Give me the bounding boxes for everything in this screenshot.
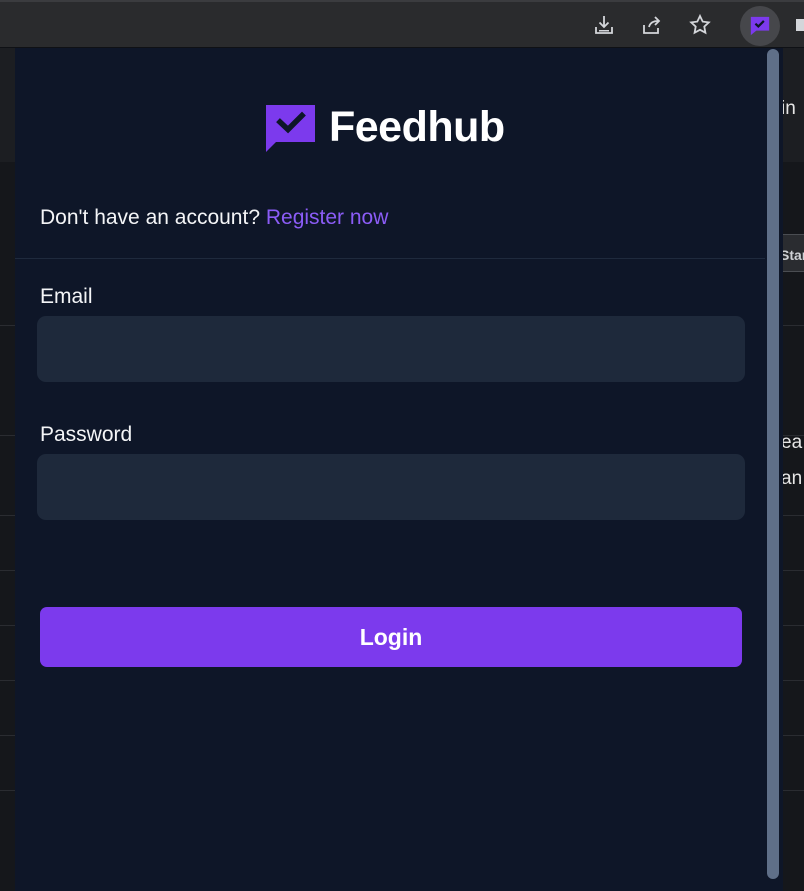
- puzzle-icon[interactable]: [792, 12, 804, 38]
- register-link[interactable]: Register now: [266, 206, 389, 229]
- register-prompt: Don't have an account? Register now: [40, 206, 388, 230]
- password-label: Password: [40, 423, 133, 446]
- popup-scrollbar[interactable]: [765, 48, 781, 891]
- login-popup: Feedhub Don't have an account? Register …: [15, 48, 783, 891]
- download-icon[interactable]: [591, 12, 617, 38]
- email-field[interactable]: [37, 316, 745, 382]
- background-text: ea: [781, 432, 803, 453]
- star-icon[interactable]: [687, 12, 713, 38]
- browser-toolbar: [0, 0, 804, 50]
- share-icon[interactable]: [639, 12, 665, 38]
- email-label: Email: [40, 285, 93, 308]
- section-divider: [15, 258, 765, 259]
- background-text: in: [781, 98, 796, 119]
- login-button[interactable]: Login: [40, 607, 742, 667]
- feedhub-extension-icon[interactable]: [740, 6, 780, 46]
- password-field[interactable]: [37, 454, 745, 520]
- scrollbar-thumb[interactable]: [767, 49, 779, 879]
- feedhub-logo: Feedhub: [265, 100, 505, 154]
- register-prompt-text: Don't have an account?: [40, 206, 260, 229]
- background-text: an: [781, 468, 803, 489]
- logo-text: Feedhub: [329, 102, 505, 151]
- feedhub-logo-icon: [266, 105, 315, 152]
